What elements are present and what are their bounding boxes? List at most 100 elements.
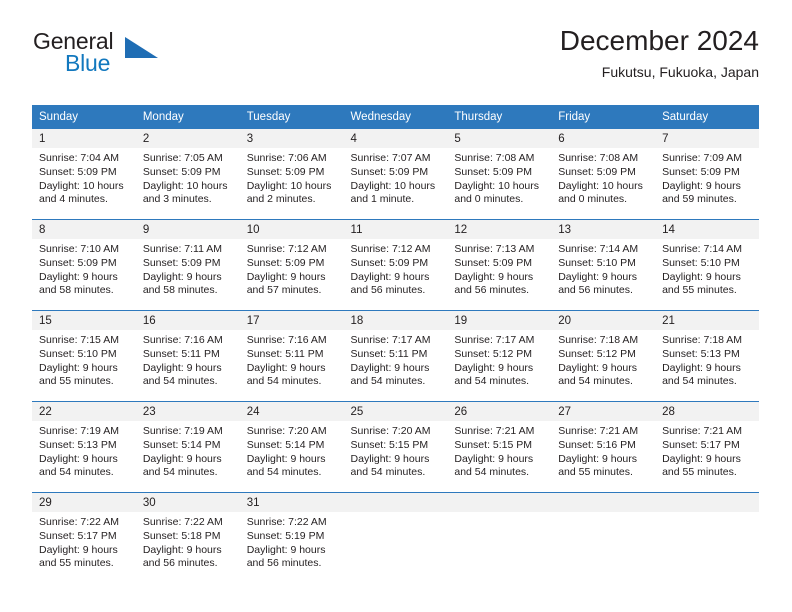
calendar-day-cell[interactable]: 27 Sunrise: 7:21 AM Sunset: 5:16 PM Dayligh…	[551, 401, 656, 493]
day-cell-inner: 12 Sunrise: 7:13 AM Sunset: 5:09 PM Dayligh…	[447, 220, 552, 310]
day-details: Sunrise: 7:09 AM Sunset: 5:09 PM Daylight:…	[655, 148, 759, 206]
calendar-day-cell[interactable]: 17 Sunrise: 7:16 AM Sunset: 5:11 PM Dayligh…	[239, 310, 344, 402]
sunrise-text: Sunrise: 7:10 AM	[39, 243, 119, 256]
calendar-day-cell[interactable]: 16 Sunrise: 7:16 AM Sunset: 5:11 PM Dayligh…	[135, 310, 240, 402]
daylight-text-line2: and 0 minutes.	[454, 193, 524, 206]
calendar-day-cell[interactable]: 5 Sunrise: 7:08 AM Sunset: 5:09 PM Daylight…	[447, 129, 552, 220]
logo[interactable]: General Blue	[32, 28, 242, 86]
calendar-day-cell[interactable]: 22 Sunrise: 7:19 AM Sunset: 5:13 PM Dayligh…	[32, 401, 136, 493]
calendar-day-cell[interactable]: 26 Sunrise: 7:21 AM Sunset: 5:15 PM Dayligh…	[447, 401, 552, 493]
sunrise-text: Sunrise: 7:11 AM	[142, 243, 223, 256]
day-cell-inner: 16 Sunrise: 7:16 AM Sunset: 5:11 PM Dayligh…	[135, 311, 240, 401]
daylight-text-line1: Daylight: 9 hours	[662, 452, 741, 465]
calendar-day-cell[interactable]: 8 Sunrise: 7:10 AM Sunset: 5:09 PM Daylight…	[32, 219, 136, 311]
calendar-day-cell[interactable]: 2 Sunrise: 7:05 AM Sunset: 5:09 PM Daylight…	[135, 129, 240, 220]
daylight-text-line2: and 54 minutes.	[246, 466, 322, 479]
sunrise-text: Sunrise: 7:16 AM	[142, 334, 223, 347]
day-number: 30	[135, 493, 240, 513]
calendar-day-cell[interactable]: 7 Sunrise: 7:09 AM Sunset: 5:09 PM Daylight…	[655, 129, 759, 220]
calendar-cell-empty	[447, 492, 552, 584]
day-cell-inner: 23 Sunrise: 7:19 AM Sunset: 5:14 PM Dayligh…	[135, 402, 240, 492]
day-cell-inner: 17 Sunrise: 7:16 AM Sunset: 5:11 PM Dayligh…	[239, 311, 344, 401]
calendar-day-cell[interactable]: 3 Sunrise: 7:06 AM Sunset: 5:09 PM Daylight…	[239, 129, 344, 220]
daylight-text-line1: Daylight: 9 hours	[246, 361, 326, 374]
calendar-day-cell[interactable]: 10 Sunrise: 7:12 AM Sunset: 5:09 PM Dayligh…	[239, 219, 344, 311]
sunrise-text: Sunrise: 7:07 AM	[350, 152, 431, 165]
day-number: 9	[135, 220, 240, 240]
sunrise-text: Sunrise: 7:08 AM	[558, 152, 639, 165]
day-number: 10	[239, 220, 344, 240]
day-cell-inner: 27 Sunrise: 7:21 AM Sunset: 5:16 PM Dayligh…	[551, 402, 656, 492]
calendar-day-cell[interactable]: 31 Sunrise: 7:22 AM Sunset: 5:19 PM Dayligh…	[239, 492, 344, 584]
sunset-text: Sunset: 5:15 PM	[454, 438, 533, 451]
day-number: 13	[551, 220, 656, 240]
day-number: 6	[551, 129, 656, 149]
daylight-text-line2: and 55 minutes.	[558, 466, 633, 479]
day-cell-inner: 19 Sunrise: 7:17 AM Sunset: 5:12 PM Dayligh…	[447, 311, 552, 401]
day-cell-inner: 13 Sunrise: 7:14 AM Sunset: 5:10 PM Dayligh…	[551, 220, 656, 310]
calendar-day-cell[interactable]: 30 Sunrise: 7:22 AM Sunset: 5:18 PM Dayligh…	[135, 492, 240, 584]
weekday-header-thursday: Thursday	[447, 105, 552, 130]
daylight-text-line2: and 54 minutes.	[454, 466, 530, 479]
calendar-day-cell[interactable]: 18 Sunrise: 7:17 AM Sunset: 5:11 PM Dayligh…	[343, 310, 448, 402]
calendar-day-cell[interactable]: 19 Sunrise: 7:17 AM Sunset: 5:12 PM Dayligh…	[447, 310, 552, 402]
calendar-day-cell[interactable]: 13 Sunrise: 7:14 AM Sunset: 5:10 PM Dayligh…	[551, 219, 656, 311]
day-details: Sunrise: 7:21 AM Sunset: 5:16 PM Daylight:…	[551, 421, 655, 479]
sunset-text: Sunset: 5:19 PM	[246, 529, 325, 542]
sunset-text: Sunset: 5:11 PM	[246, 347, 324, 360]
calendar-day-cell[interactable]: 9 Sunrise: 7:11 AM Sunset: 5:09 PM Daylight…	[135, 219, 240, 311]
sunset-text: Sunset: 5:11 PM	[350, 347, 428, 360]
daylight-text-line2: and 56 minutes.	[350, 284, 426, 297]
day-number: 27	[551, 402, 656, 422]
daylight-text-line1: Daylight: 9 hours	[558, 270, 638, 283]
sunset-text: Sunset: 5:10 PM	[662, 256, 740, 269]
calendar-day-cell[interactable]: 12 Sunrise: 7:13 AM Sunset: 5:09 PM Dayligh…	[447, 219, 552, 311]
calendar-day-cell[interactable]: 1 Sunrise: 7:04 AM Sunset: 5:09 PM Daylight…	[32, 129, 136, 220]
calendar-day-cell[interactable]: 25 Sunrise: 7:20 AM Sunset: 5:15 PM Dayligh…	[343, 401, 448, 493]
day-number	[655, 493, 759, 513]
daylight-text-line1: Daylight: 9 hours	[558, 361, 638, 374]
calendar-day-cell[interactable]: 29 Sunrise: 7:22 AM Sunset: 5:17 PM Dayligh…	[32, 492, 136, 584]
day-details: Sunrise: 7:13 AM Sunset: 5:09 PM Daylight:…	[447, 239, 551, 297]
sunrise-text: Sunrise: 7:08 AM	[454, 152, 535, 165]
day-number	[551, 493, 656, 513]
sunrise-text: Sunrise: 7:20 AM	[246, 425, 327, 438]
calendar-day-cell[interactable]: 6 Sunrise: 7:08 AM Sunset: 5:09 PM Daylight…	[551, 129, 656, 220]
sunrise-text: Sunrise: 7:16 AM	[246, 334, 327, 347]
calendar-day-cell[interactable]: 28 Sunrise: 7:21 AM Sunset: 5:17 PM Dayligh…	[655, 401, 759, 493]
day-number	[447, 493, 552, 513]
calendar-day-cell[interactable]: 14 Sunrise: 7:14 AM Sunset: 5:10 PM Dayligh…	[655, 219, 759, 311]
sunrise-text: Sunrise: 7:06 AM	[246, 152, 327, 165]
daylight-text-line1: Daylight: 9 hours	[662, 179, 741, 192]
calendar-day-cell[interactable]: 24 Sunrise: 7:20 AM Sunset: 5:14 PM Dayligh…	[239, 401, 344, 493]
daylight-text-line2: and 54 minutes.	[662, 375, 737, 388]
daylight-text-line1: Daylight: 10 hours	[350, 179, 436, 192]
day-details: Sunrise: 7:22 AM Sunset: 5:19 PM Daylight:…	[240, 512, 344, 570]
daylight-text-line2: and 55 minutes.	[662, 284, 737, 297]
day-number: 11	[343, 220, 448, 240]
sunrise-text: Sunrise: 7:09 AM	[662, 152, 743, 165]
sunrise-text: Sunrise: 7:22 AM	[246, 516, 327, 529]
calendar-day-cell[interactable]: 23 Sunrise: 7:19 AM Sunset: 5:14 PM Dayligh…	[135, 401, 240, 493]
daylight-text-line1: Daylight: 9 hours	[142, 361, 222, 374]
calendar-day-cell[interactable]: 11 Sunrise: 7:12 AM Sunset: 5:09 PM Dayligh…	[343, 219, 448, 311]
day-cell-inner	[655, 493, 759, 583]
day-number: 24	[239, 402, 344, 422]
calendar-day-cell[interactable]: 20 Sunrise: 7:18 AM Sunset: 5:12 PM Dayligh…	[551, 310, 656, 402]
calendar-day-cell[interactable]: 21 Sunrise: 7:18 AM Sunset: 5:13 PM Dayligh…	[655, 310, 759, 402]
sunset-text: Sunset: 5:09 PM	[558, 165, 636, 178]
daylight-text-line2: and 57 minutes.	[246, 284, 322, 297]
day-details: Sunrise: 7:12 AM Sunset: 5:09 PM Daylight:…	[344, 239, 448, 297]
sunrise-text: Sunrise: 7:14 AM	[558, 243, 639, 256]
day-details: Sunrise: 7:18 AM Sunset: 5:13 PM Daylight:…	[655, 330, 759, 388]
calendar-day-cell[interactable]: 4 Sunrise: 7:07 AM Sunset: 5:09 PM Daylight…	[343, 129, 448, 220]
page-title: December 2024	[559, 25, 759, 56]
sunset-text: Sunset: 5:18 PM	[142, 529, 221, 542]
daylight-text-line1: Daylight: 9 hours	[142, 270, 222, 283]
daylight-text-line1: Daylight: 9 hours	[350, 452, 430, 465]
day-details	[655, 512, 759, 516]
calendar-page: General Blue December 2024 Fukutsu, Fuku…	[0, 0, 792, 612]
day-details: Sunrise: 7:05 AM Sunset: 5:09 PM Daylight:…	[136, 148, 240, 206]
calendar-day-cell[interactable]: 15 Sunrise: 7:15 AM Sunset: 5:10 PM Dayligh…	[32, 310, 136, 402]
day-details: Sunrise: 7:17 AM Sunset: 5:12 PM Daylight:…	[447, 330, 551, 388]
